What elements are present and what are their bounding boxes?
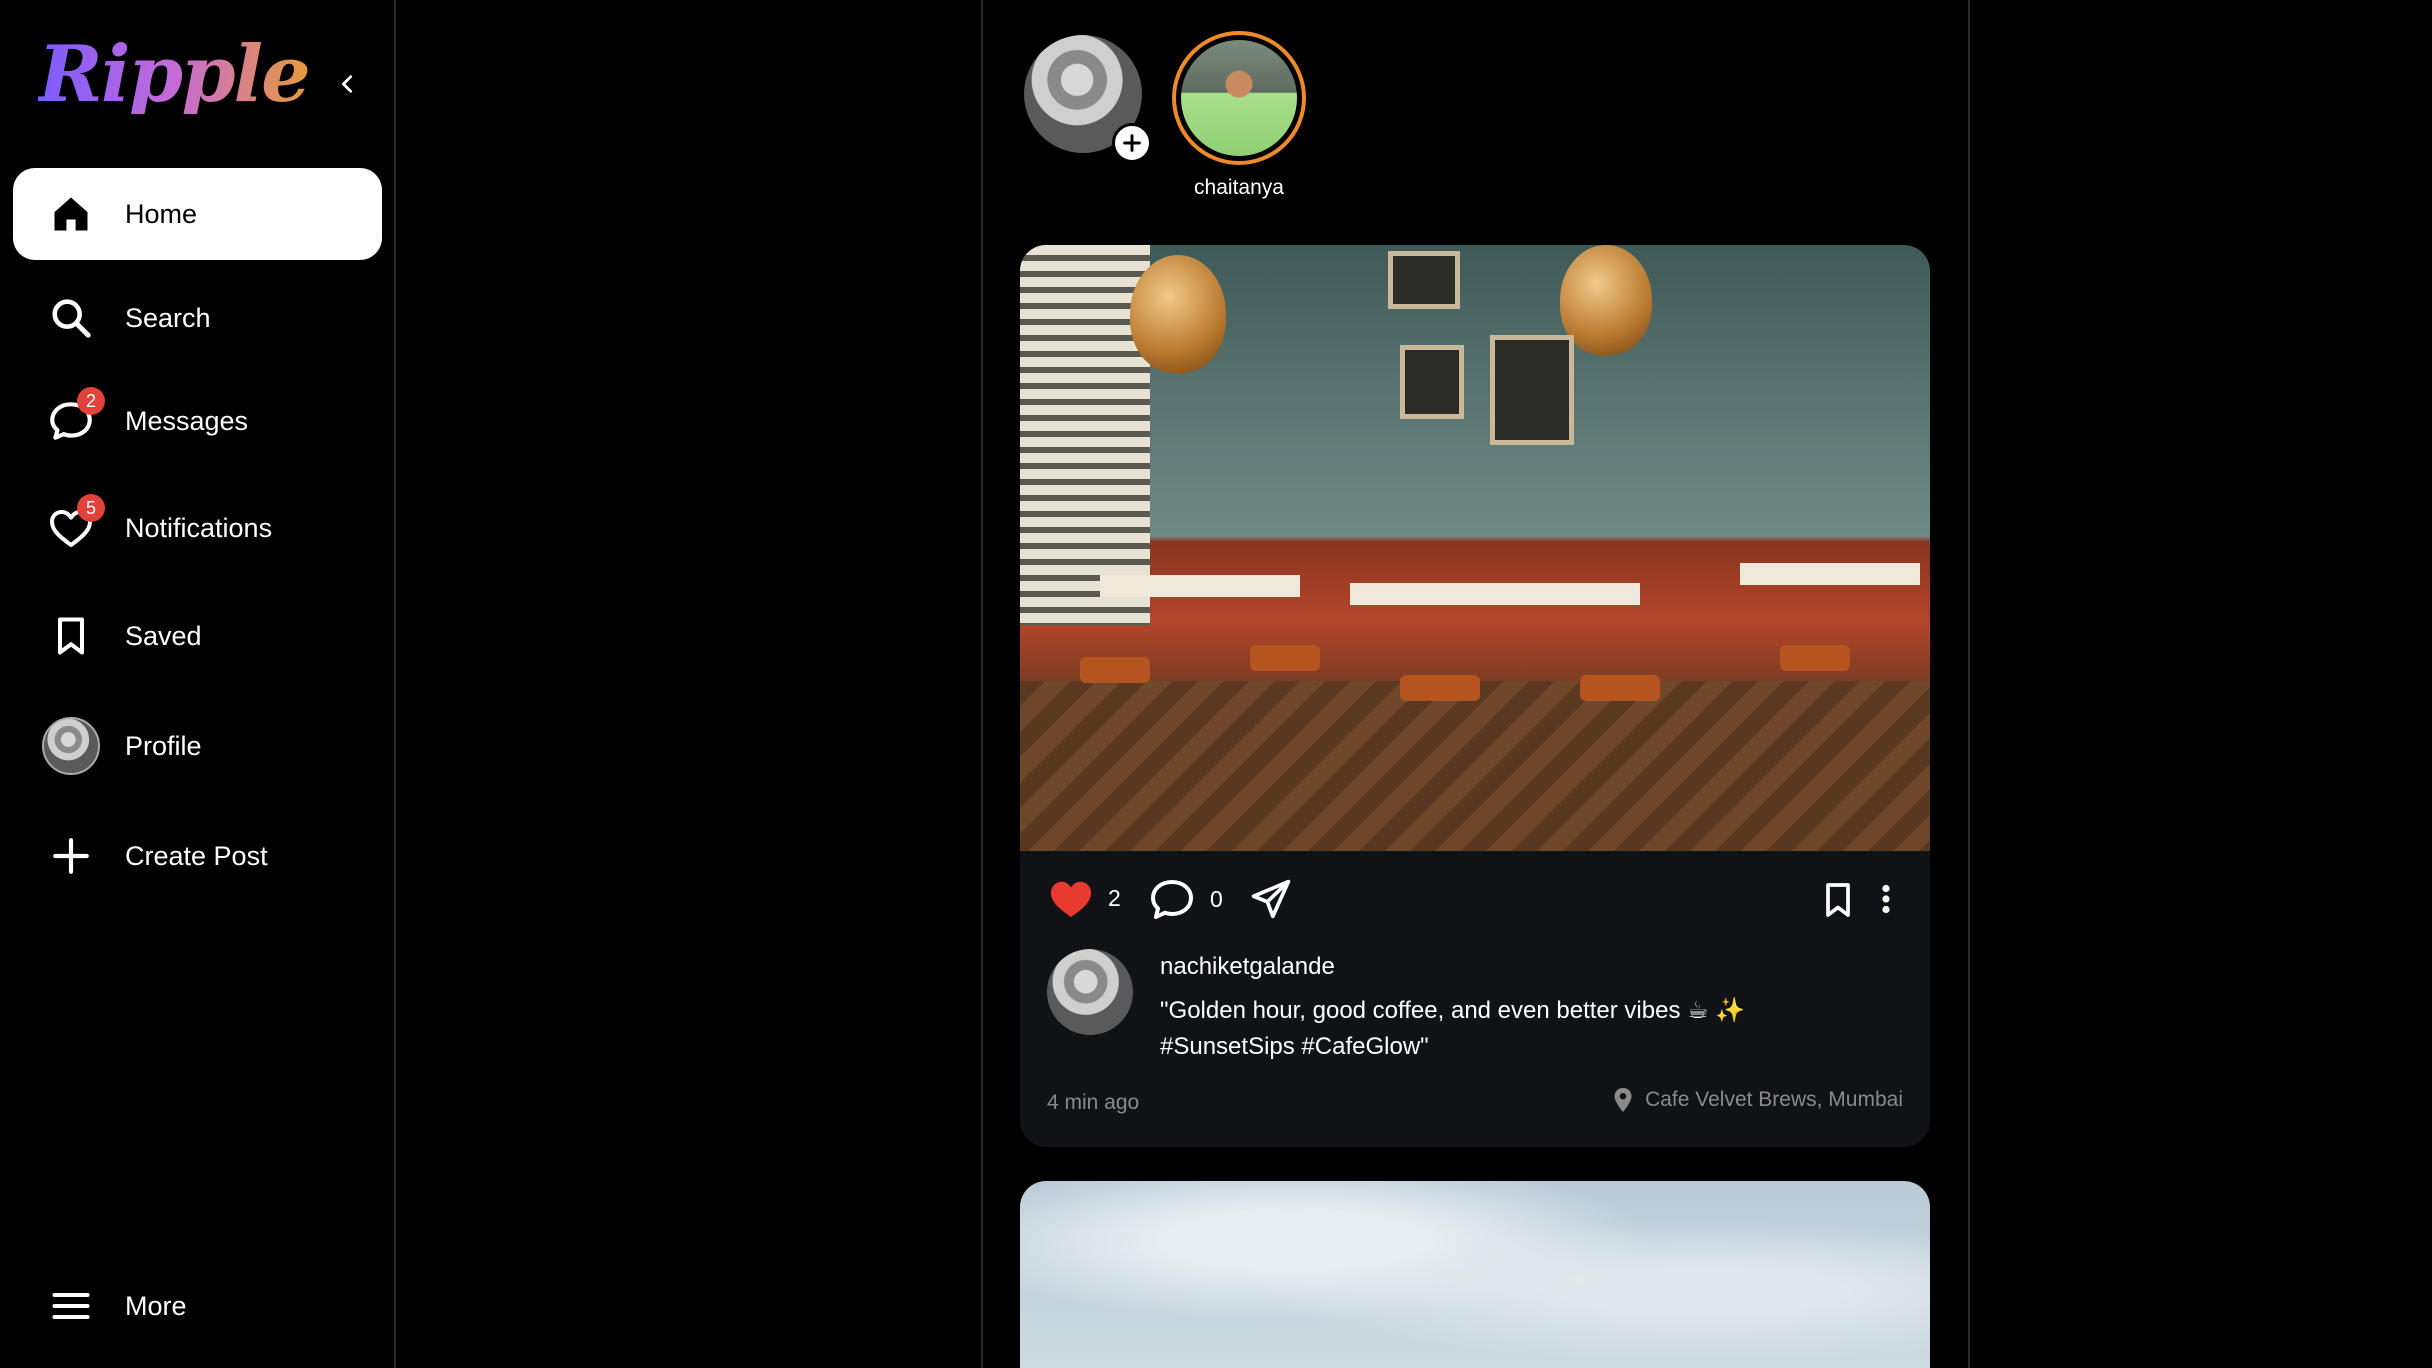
comment-count: 0 [1210,885,1223,912]
caption-hashtags[interactable]: #SunsetSips #CafeGlow" [1160,1029,1880,1065]
story-chaitanya[interactable] [1172,31,1306,165]
location-pin-icon [1614,1088,1632,1112]
save-post-button[interactable] [1818,879,1858,921]
heart-filled-icon [1050,881,1092,918]
plus-icon [33,818,109,894]
search-icon [33,280,109,356]
location-text: Cafe Velvet Brews, Mumbai [1645,1088,1903,1111]
home-icon [33,176,109,252]
send-icon [1251,879,1291,919]
avatar [42,717,100,775]
sidebar-item-profile[interactable]: Profile [13,700,382,792]
my-story[interactable] [1024,35,1152,163]
sidebar-item-label: Messages [125,405,249,436]
comment-icon [1151,880,1193,919]
comment-button[interactable]: 0 [1148,877,1223,921]
add-story-button[interactable] [1112,123,1152,163]
collapse-sidebar-button[interactable] [330,66,366,102]
story-username: chaitanya [1194,176,1284,199]
app-logo[interactable]: Ripple [38,36,311,114]
message-icon: 2 [33,383,109,459]
sidebar-item-label: Search [125,302,211,333]
post-location[interactable]: Cafe Velvet Brews, Mumbai [1613,1087,1903,1113]
pendant-lamp [1130,255,1226,373]
more-vertical-icon [1882,884,1890,914]
sidebar-item-label: Saved [125,620,202,651]
post-timestamp: 4 min ago [1047,1091,1140,1114]
post-image[interactable] [1020,245,1930,851]
next-post-image[interactable] [1020,1181,1930,1368]
share-button[interactable] [1248,877,1294,921]
post-actions: 2 0 [1020,851,1930,941]
heart-icon: 5 [33,490,109,566]
sidebar-item-label: Create Post [125,840,268,871]
post-card: 2 0 nachiketgalande "Golden hour, good c… [1020,245,1930,1147]
notifications-badge: 5 [77,494,105,522]
story-avatar [1181,40,1297,156]
menu-icon [33,1268,109,1344]
bookmark-icon [1826,883,1850,917]
sidebar: Ripple Home Search 2 Messages 5 Notifica… [0,0,396,1368]
sidebar-item-home[interactable]: Home [13,168,382,260]
plus-icon [1123,134,1141,152]
sidebar-item-more[interactable]: More [13,1260,382,1352]
sidebar-item-label: Profile [125,730,202,761]
sidebar-item-label: More [125,1290,187,1321]
caption-line: "Golden hour, good coffee, and even bett… [1160,997,1746,1024]
messages-badge: 2 [77,387,105,415]
sidebar-item-saved[interactable]: Saved [13,590,382,682]
sidebar-item-label: Home [125,198,198,229]
sidebar-item-create-post[interactable]: Create Post [13,810,382,902]
like-button[interactable]: 2 [1048,877,1121,919]
sidebar-item-messages[interactable]: 2 Messages [13,375,382,467]
sidebar-item-notifications[interactable]: 5 Notifications [13,482,382,574]
post-caption: "Golden hour, good coffee, and even bett… [1160,993,1880,1065]
post-author[interactable]: nachiketgalande [1160,953,1335,981]
like-count: 2 [1108,884,1121,911]
bookmark-icon [33,598,109,674]
author-avatar[interactable] [1047,949,1133,1035]
chevron-left-icon [342,75,353,93]
post-options-button[interactable] [1878,881,1894,917]
sidebar-item-label: Notifications [125,512,273,543]
sidebar-item-search[interactable]: Search [13,272,382,364]
